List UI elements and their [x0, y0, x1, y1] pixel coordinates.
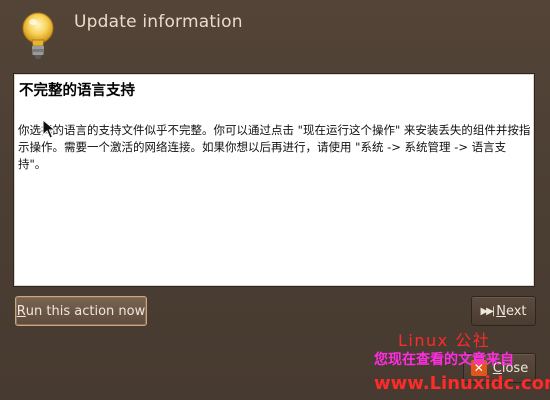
message-heading: 不完整的语言支持	[19, 83, 135, 99]
watermark-caption: 您现在查看的文章来自	[374, 352, 514, 368]
next-button[interactable]: ▶▶| Next	[471, 296, 536, 326]
next-label: ext	[505, 303, 527, 319]
dialog-title: Update information	[74, 12, 243, 32]
run-action-mnemonic: R	[16, 303, 26, 319]
update-dialog: Update information 不完整的语言支持 你选择的语言的支持文件似…	[0, 0, 550, 400]
message-body: 你选择的语言的支持文件似乎不完整。你可以通过点击 "现在运行这个操作" 来安装丢…	[18, 123, 531, 171]
run-action-button[interactable]: Run this action now	[15, 296, 147, 326]
run-action-label: un this action now	[25, 303, 146, 319]
lightbulb-icon	[22, 12, 54, 59]
watermark-url: www.Linuxidc.com	[374, 373, 550, 394]
mouse-pointer-icon	[42, 119, 56, 139]
message-panel: 不完整的语言支持 你选择的语言的支持文件似乎不完整。你可以通过点击 "现在运行这…	[13, 73, 535, 287]
skip-forward-icon: ▶▶|	[480, 305, 495, 317]
next-mnemonic: N	[496, 303, 506, 319]
watermark-site-name: Linux 公社	[398, 331, 491, 350]
